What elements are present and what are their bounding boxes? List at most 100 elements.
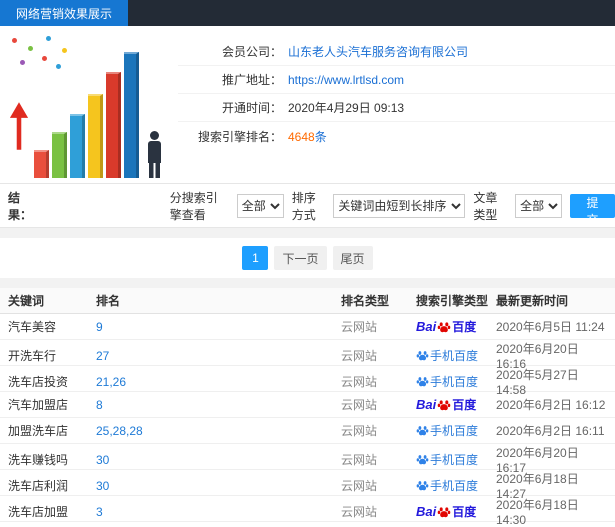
- baidu-logo-cn: 百度: [452, 320, 477, 334]
- keyword-cell: 洗车店投资: [8, 375, 69, 389]
- figure-body: [147, 141, 161, 163]
- section-divider: [0, 228, 615, 238]
- col-header-rank-type: 排名类型: [341, 294, 390, 308]
- rank-cell: 21,26: [96, 374, 127, 389]
- table-row: 洗车店投资 21,26 云网站 手机百度 2020年5月27日 14:58: [0, 366, 615, 397]
- confetti-dot: [28, 46, 33, 51]
- baidu-mobile-logo: 手机百度: [416, 373, 478, 390]
- open-time-value: 2020年4月29日 09:13: [288, 101, 405, 115]
- update-time-cell: 2020年6月2日 16:11: [496, 424, 605, 438]
- businessman-figure: [146, 131, 162, 178]
- col-header-update-time: 最新更新时间: [496, 294, 569, 308]
- baidu-paw-icon: [437, 321, 451, 332]
- engine-type-cell: 手机百度: [416, 477, 496, 495]
- baidu-mobile-label: 手机百度: [430, 348, 479, 363]
- article-type-select[interactable]: 全部: [515, 193, 563, 218]
- company-link[interactable]: 山东老人头汽车服务咨询有限公司: [288, 43, 468, 60]
- confetti-dot: [12, 38, 17, 43]
- rank-cell: 25,28,28: [96, 423, 143, 438]
- growth-arrow-icon: [9, 102, 29, 150]
- promo-url-link[interactable]: https://www.lrtlsd.com: [288, 73, 404, 87]
- chart-bar: [88, 94, 103, 178]
- baidu-mobile-label: 手机百度: [430, 478, 479, 493]
- chart-bar: [52, 132, 67, 178]
- baidu-mobile-logo: 手机百度: [416, 422, 478, 439]
- engine-type-cell: Bai 百度: [416, 503, 496, 520]
- engine-filter-label: 分搜索引擎查看: [169, 190, 218, 222]
- update-time-cell: 2020年6月5日 11:24: [496, 320, 605, 334]
- pagination: 1 下一页 尾页: [0, 238, 615, 278]
- table-row: 汽车加盟店 8 云网站 Bai 百度 2020年6月2日 16:12: [0, 392, 615, 418]
- rank-type-cell: 云网站: [341, 505, 378, 519]
- table-row: 洗车店加盟 3 云网站 Bai 百度 2020年6月18日 14:30: [0, 496, 615, 527]
- update-time-cell: 2020年6月18日 14:30: [496, 498, 579, 527]
- engine-type-cell: Bai 百度: [416, 396, 496, 413]
- baidu-pc-logo: Bai 百度: [416, 318, 476, 335]
- table-header-row: 关键词 排名 排名类型 搜索引擎类型 最新更新时间: [0, 288, 615, 314]
- update-time-cell: 2020年5月27日 14:58: [496, 368, 579, 397]
- last-page-button[interactable]: 尾页: [332, 246, 373, 270]
- baidu-mobile-logo: 手机百度: [416, 347, 478, 364]
- baidu-paw-icon: [416, 480, 429, 490]
- bar-chart-illustration: [4, 32, 176, 180]
- engine-type-cell: Bai 百度: [416, 318, 496, 335]
- chart-bar: [70, 114, 85, 178]
- keyword-cell: 加盟洗车店: [8, 424, 69, 438]
- article-type-label: 文章类型: [473, 190, 498, 222]
- info-row-open-time: 开通时间： 2020年4月29日 09:13: [178, 94, 615, 122]
- engine-type-cell: 手机百度: [416, 451, 496, 469]
- next-page-button[interactable]: 下一页: [274, 246, 327, 270]
- bar-chart-bars: [34, 52, 139, 178]
- baidu-pc-logo: Bai 百度: [416, 503, 476, 520]
- update-time-cell: 2020年6月2日 16:12: [496, 398, 606, 412]
- company-label: 会员公司：: [221, 45, 282, 59]
- rank-type-cell: 云网站: [341, 453, 378, 467]
- section-divider: [0, 278, 615, 288]
- rank-cell: 30: [96, 478, 110, 493]
- filter-bar: 结果： 分搜索引擎查看 全部 排序方式 关键词由短到长排序 文章类型 全部 提交: [0, 184, 615, 228]
- table-row: 加盟洗车店 25,28,28 云网站 手机百度 2020年6月2日 16:11: [0, 418, 615, 444]
- rank-type-cell: 云网站: [341, 375, 378, 389]
- baidu-logo-cn: 百度: [452, 505, 477, 519]
- engine-type-cell: 手机百度: [416, 422, 496, 440]
- figure-head: [149, 131, 159, 140]
- rank-type-cell: 云网站: [341, 320, 378, 334]
- account-summary-section: 会员公司： 山东老人头汽车服务咨询有限公司 推广地址： https://www.…: [0, 26, 615, 184]
- engine-type-cell: 手机百度: [416, 347, 496, 365]
- promo-url-label: 推广地址：: [221, 73, 282, 87]
- keyword-cell: 洗车赚钱吗: [8, 453, 69, 467]
- baidu-logo-latin: Bai: [416, 397, 437, 412]
- sort-label: 排序方式: [291, 190, 316, 222]
- col-header-engine-type: 搜索引擎类型: [416, 294, 489, 308]
- submit-button[interactable]: 提交: [570, 193, 615, 227]
- rank-cell: 27: [96, 348, 110, 363]
- top-bar: 网络营销效果展示: [0, 0, 615, 26]
- rank-type-cell: 云网站: [341, 479, 378, 493]
- baidu-mobile-label: 手机百度: [430, 423, 479, 438]
- page: 网络营销效果展示 会员公司： 山东老人头汽车服务咨询有限公司 推广地址： htt…: [0, 0, 615, 527]
- baidu-mobile-label: 手机百度: [430, 452, 479, 467]
- filter-controls: 分搜索引擎查看 全部 排序方式 关键词由短到长排序 文章类型 全部 提交: [169, 189, 615, 227]
- baidu-paw-icon: [416, 454, 429, 464]
- engine-rank-count: 4648: [288, 129, 315, 144]
- chart-bar: [34, 150, 49, 178]
- baidu-mobile-logo: 手机百度: [416, 451, 478, 468]
- sort-select[interactable]: 关键词由短到长排序: [333, 193, 466, 218]
- keyword-cell: 汽车加盟店: [8, 398, 69, 412]
- table-row: 洗车赚钱吗 30 云网站 手机百度 2020年6月20日 16:17: [0, 444, 615, 475]
- keyword-ranking-table: 关键词 排名 排名类型 搜索引擎类型 最新更新时间 汽车美容 9 云网站 Bai…: [0, 288, 615, 527]
- table-row: 汽车美容 9 云网站 Bai 百度 2020年6月5日 11:24: [0, 314, 615, 340]
- rank-cell: 8: [96, 397, 103, 412]
- rank-cell: 9: [96, 319, 103, 334]
- rank-type-cell: 云网站: [341, 398, 378, 412]
- engine-rank-unit: 条: [314, 129, 327, 144]
- baidu-paw-icon: [416, 425, 429, 435]
- page-button-current[interactable]: 1: [242, 246, 269, 270]
- rank-type-cell: 云网站: [341, 349, 378, 363]
- page-title: 网络营销效果展示: [0, 0, 129, 26]
- baidu-paw-icon: [437, 399, 451, 410]
- baidu-logo-latin: Bai: [416, 504, 437, 519]
- confetti-dot: [20, 60, 25, 65]
- engine-filter-select[interactable]: 全部: [236, 193, 284, 218]
- open-time-label: 开通时间：: [221, 101, 282, 115]
